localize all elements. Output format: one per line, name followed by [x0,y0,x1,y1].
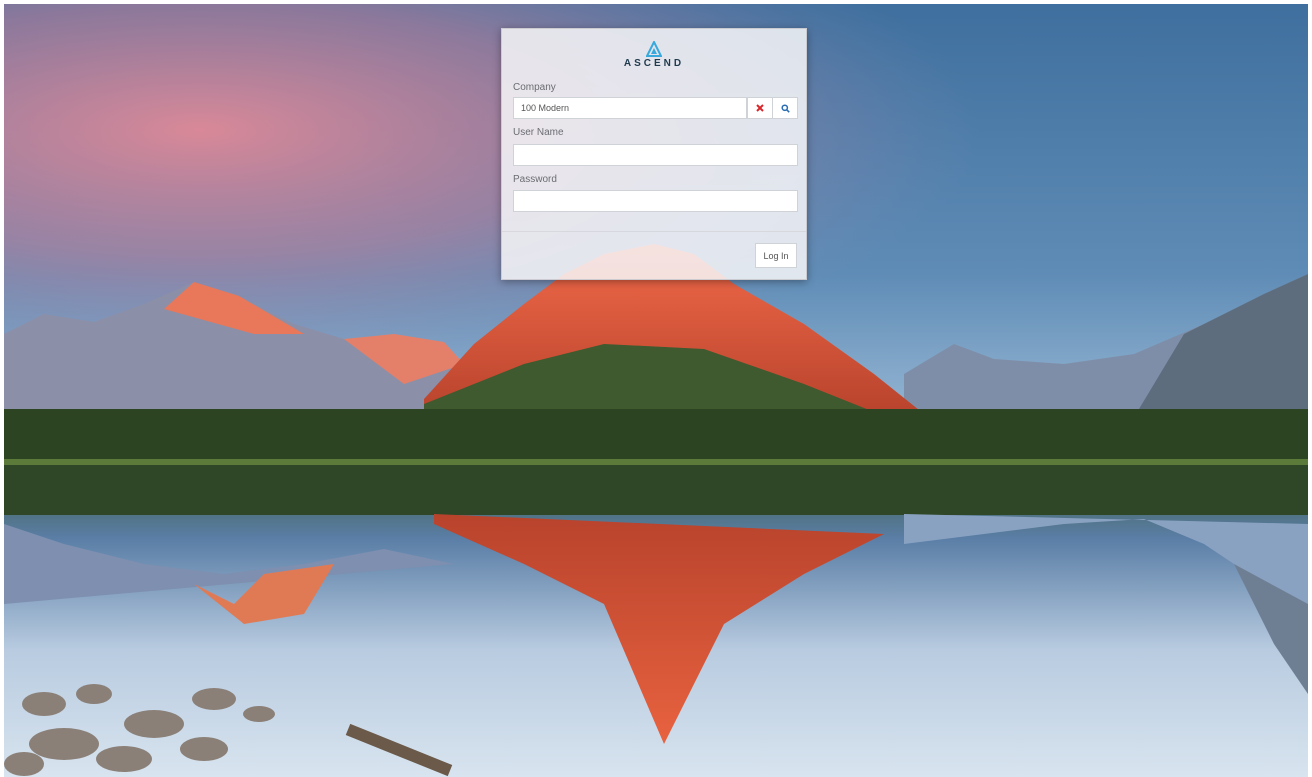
brand-name: ASCEND [623,58,685,69]
clear-x-icon [756,104,764,112]
password-label: Password [513,174,557,185]
ascend-logo-icon [646,41,662,57]
username-label: User Name [513,127,564,138]
clear-company-button[interactable] [747,97,773,119]
search-icon [780,103,790,113]
company-label: Company [513,82,556,93]
username-field[interactable] [513,144,798,166]
password-field[interactable] [513,190,798,212]
search-company-button[interactable] [772,97,798,119]
divider [502,231,806,232]
brand-logo: ASCEND [502,41,806,69]
company-field[interactable] [513,97,747,119]
login-panel: ASCEND Company User Name Password Log In [501,28,807,280]
login-button[interactable]: Log In [755,243,797,268]
